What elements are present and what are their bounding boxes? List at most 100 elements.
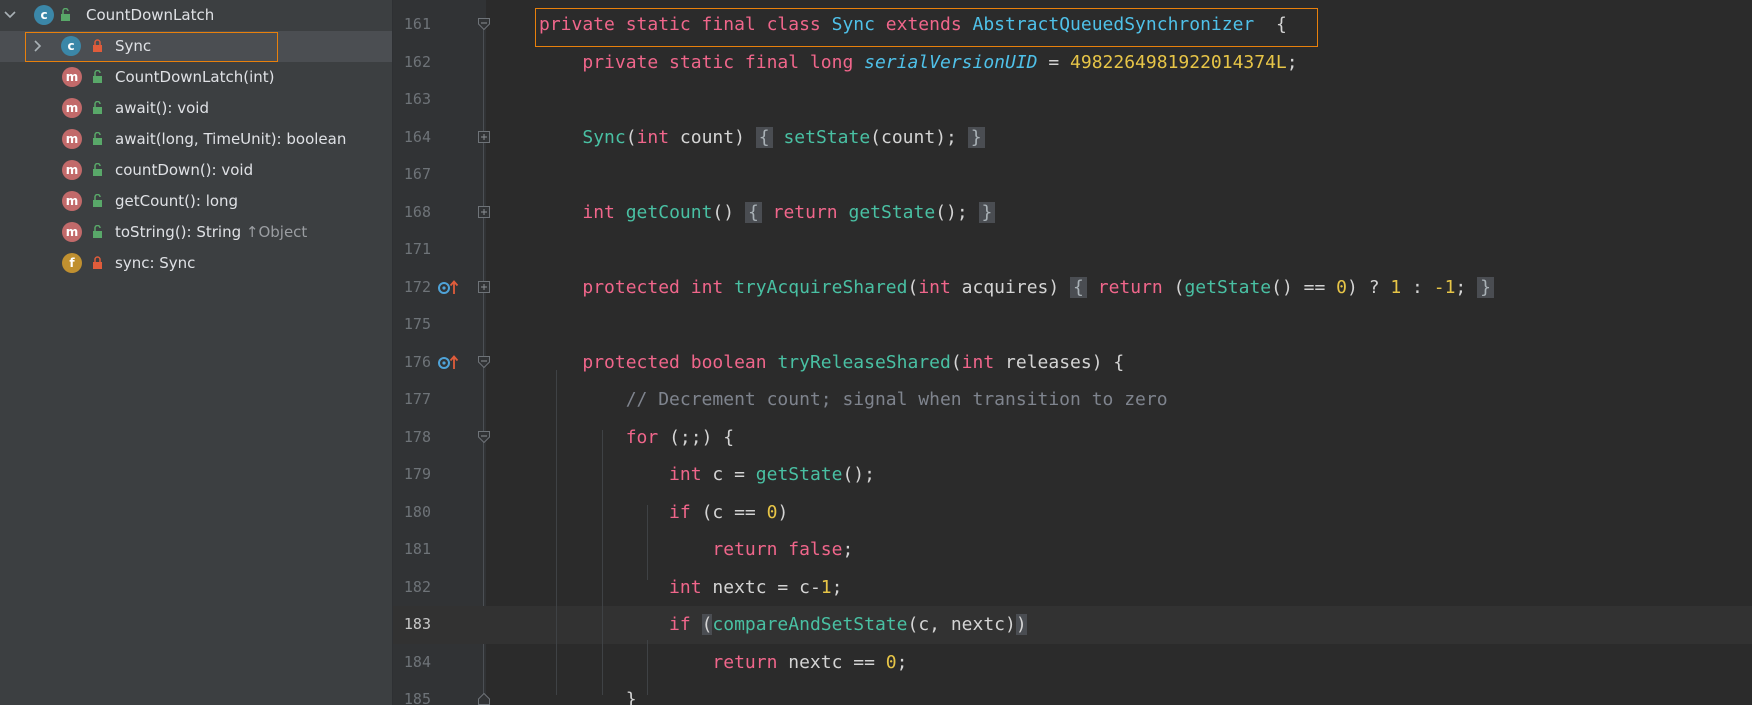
folded-region[interactable]: } (1477, 276, 1494, 298)
tree-item[interactable]: m countDown(): void (0, 155, 392, 186)
fold-expand-icon[interactable] (478, 205, 490, 218)
code-text[interactable]: protected boolean tryReleaseShared(int r… (539, 352, 1124, 373)
code-token: if (669, 501, 702, 523)
code-token: ) (777, 501, 789, 523)
fold-expand-icon[interactable] (478, 130, 490, 143)
code-token: ; (842, 539, 854, 560)
line-number[interactable]: 176 (393, 353, 431, 371)
code-line[interactable]: 182 int nextc = c-1; (393, 569, 1752, 607)
implements-method-icon[interactable] (437, 278, 461, 296)
field-icon: f (62, 253, 82, 273)
code-text[interactable]: protected int tryAcquireShared(int acqui… (539, 276, 1494, 298)
code-text[interactable]: int c = getState(); (539, 464, 875, 485)
line-number[interactable]: 185 (393, 690, 431, 705)
code-token: nextc = c- (712, 576, 821, 598)
line-number[interactable]: 177 (393, 390, 431, 408)
code-token: return (712, 651, 789, 673)
code-token: setState (772, 126, 871, 148)
code-text[interactable]: int getCount() { return getState(); } (539, 201, 996, 223)
code-line[interactable]: 175 (393, 306, 1752, 344)
folded-region[interactable]: } (978, 201, 996, 223)
fold-expand-icon[interactable] (478, 280, 490, 293)
line-number[interactable]: 171 (393, 240, 431, 258)
code-token: getCount (625, 201, 713, 223)
tree-root-countdownlatch[interactable]: c CountDownLatch (0, 0, 392, 31)
tree-item-label: await(long, TimeUnit): boolean (115, 130, 347, 148)
code-line[interactable]: 179 int c = getState(); (393, 456, 1752, 494)
code-token: serialVersionUID (864, 51, 1038, 73)
code-line[interactable]: 171 (393, 231, 1752, 269)
code-token: 1 (1390, 276, 1402, 298)
line-number[interactable]: 182 (393, 578, 431, 596)
inherited-from-label: ↑Object (241, 223, 308, 241)
code-text[interactable]: private static final long serialVersionU… (539, 51, 1297, 73)
line-number[interactable]: 179 (393, 465, 431, 483)
tree-item[interactable]: m getCount(): long (0, 186, 392, 217)
line-number[interactable]: 172 (393, 278, 431, 296)
line-number[interactable]: 180 (393, 503, 431, 521)
code-token: int (918, 276, 962, 298)
code-token: (); (935, 201, 979, 223)
line-number[interactable]: 168 (393, 203, 431, 221)
line-number[interactable]: 162 (393, 53, 431, 71)
folded-region[interactable]: { (755, 126, 773, 148)
tree-item[interactable]: f sync: Sync (0, 248, 392, 279)
line-number[interactable]: 178 (393, 428, 431, 446)
line-number[interactable]: 163 (393, 90, 431, 108)
code-text[interactable]: } (539, 689, 637, 705)
code-line[interactable]: 163 (393, 81, 1752, 119)
tree-item[interactable]: m CountDownLatch(int) (0, 62, 392, 93)
code-text[interactable]: if (c == 0) (539, 502, 788, 523)
code-line[interactable]: 178 for (;;) { (393, 419, 1752, 457)
code-token: Sync (582, 126, 626, 148)
fold-collapse-icon[interactable] (478, 693, 490, 705)
code-text[interactable]: return false; (539, 539, 853, 560)
code-line[interactable]: 162 private static final long serialVers… (393, 44, 1752, 82)
line-number[interactable]: 181 (393, 540, 431, 558)
folded-region[interactable]: { (1070, 276, 1087, 298)
code-token: if (669, 614, 702, 635)
tree-item-label: sync: Sync (115, 254, 196, 272)
tree-item[interactable]: m await(long, TimeUnit): boolean (0, 124, 392, 155)
line-number[interactable]: 175 (393, 315, 431, 333)
line-number[interactable]: 161 (393, 15, 431, 33)
line-number[interactable]: 167 (393, 165, 431, 183)
folded-region[interactable]: { (744, 201, 762, 223)
code-line[interactable]: 164 Sync(int count) { setState(count); } (393, 119, 1752, 157)
code-line[interactable]: 184 return nextc == 0; (393, 644, 1752, 682)
code-line[interactable]: 176 protected boolean tryReleaseShared(i… (393, 344, 1752, 382)
structure-panel: c CountDownLatch c Sync m CountDownLatch(in… (0, 0, 392, 705)
code-text[interactable]: Sync(int count) { setState(count); } (539, 126, 985, 148)
code-text[interactable]: int nextc = c-1; (539, 577, 842, 598)
brace-match: ) (1015, 614, 1027, 635)
tree-item[interactable]: m await(): void (0, 93, 392, 124)
fold-collapse-icon[interactable] (478, 18, 490, 30)
code-line[interactable]: 181 return false; (393, 531, 1752, 569)
code-token: : (1401, 276, 1434, 298)
code-text[interactable]: for (;;) { (539, 427, 734, 448)
chevron-down-icon[interactable] (2, 6, 18, 24)
fold-collapse-icon[interactable] (478, 355, 490, 368)
code-line[interactable]: 167 (393, 156, 1752, 194)
folded-region[interactable]: } (967, 126, 985, 148)
code-line[interactable]: 180 if (c == 0) (393, 494, 1752, 532)
fold-collapse-icon[interactable] (478, 430, 490, 443)
code-line[interactable]: 185 } (393, 681, 1752, 705)
code-text[interactable]: // Decrement count; signal when transiti… (539, 389, 1168, 410)
code-line[interactable]: 177 // Decrement count; signal when tran… (393, 381, 1752, 419)
line-number[interactable]: 184 (393, 653, 431, 671)
code-text[interactable]: return nextc == 0; (539, 652, 907, 673)
code-line[interactable]: 168 int getCount() { return getState(); … (393, 194, 1752, 232)
line-number[interactable]: 164 (393, 128, 431, 146)
tree-item[interactable]: m toString(): String ↑Object (0, 217, 392, 248)
line-number[interactable]: 183 (393, 615, 431, 633)
code-editor[interactable]: 161 private static final class Sync exten… (393, 0, 1752, 705)
code-line[interactable]: 172 protected int tryAcquireShared(int a… (393, 269, 1752, 307)
code-text[interactable]: if (compareAndSetState(c, nextc)) (539, 614, 1027, 635)
implements-method-icon[interactable] (437, 353, 461, 371)
code-line[interactable]: 183 if (compareAndSetState(c, nextc)) (393, 606, 1752, 644)
class-icon: c (34, 5, 54, 25)
method-icon: m (62, 98, 82, 118)
